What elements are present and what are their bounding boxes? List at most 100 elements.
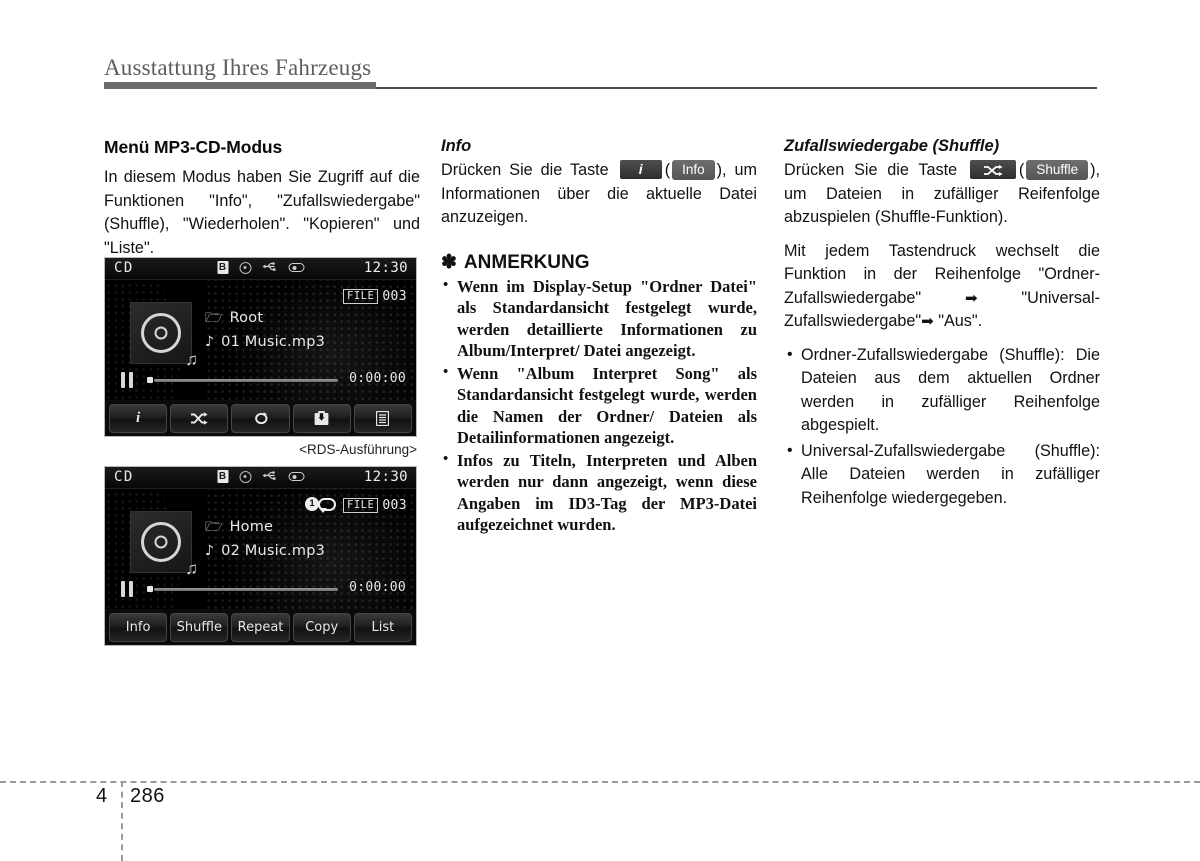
right-bullet-item: Ordner-Zufallswiedergabe (Shuffle): Die … <box>784 343 1100 438</box>
column-right: Zufallswiedergabe (Shuffle) Drücken Sie … <box>784 137 1100 512</box>
chapter-number: 4 <box>96 785 108 807</box>
screen1-progress-bar[interactable] <box>154 379 338 382</box>
screen2-button-bar: Info Shuffle Repeat Copy List <box>105 609 416 645</box>
disc-icon <box>239 261 251 274</box>
repeat-one-icon <box>318 497 336 513</box>
footer-divider <box>0 781 1200 783</box>
device-icon <box>288 263 304 272</box>
screen2-shuffle-button[interactable]: Shuffle <box>170 612 229 642</box>
column-middle: Info Drücken Sie die Taste i(Info), um I… <box>441 137 757 537</box>
middle-paren-close: ), <box>716 161 727 179</box>
screen1-file-tag: FILE <box>343 289 379 304</box>
page-title: Ausstattung Ihres Fahrzeugs <box>104 55 372 80</box>
folder-icon: 🗁 <box>205 310 223 326</box>
screen2-album-art: ♫ <box>130 511 198 577</box>
disc-icon <box>239 470 251 483</box>
folder-icon: 🗁 <box>205 519 223 535</box>
device-icon <box>288 472 304 481</box>
header-rule <box>104 82 1097 90</box>
screen2-status-icons: B <box>217 470 304 483</box>
right-sequence-part3: "Aus". <box>938 312 983 330</box>
shuffle-icon <box>190 411 208 425</box>
screen1-track-meta: 🗁 Root ♪ 01 Music.mp3 <box>205 306 325 354</box>
screen2-progress-knob[interactable] <box>147 586 153 592</box>
screen1-caption: <RDS-Ausführung> <box>299 442 417 457</box>
screen2-body: 1 FILE 003 ♫ 🗁 Home ♪ 02 Music.mp3 0:00:… <box>105 489 416 609</box>
note-bullet-item: Wenn im Display-Setup "Ordner Datei" als… <box>441 275 757 362</box>
screen1-track-name: 01 Music.mp3 <box>221 334 326 350</box>
note-bullet-list: Wenn im Display-Setup "Ordner Datei" als… <box>441 275 757 536</box>
repeat-icon <box>253 411 269 426</box>
music-note-icon: ♫ <box>185 350 198 369</box>
screen2-copy-button[interactable]: Copy <box>292 612 351 642</box>
screen1-button-bar: i <box>105 400 416 436</box>
right-sentence-after-key: um Dateien in zufälliger Reifenfolge abz… <box>784 184 1100 227</box>
manual-page: Ausstattung Ihres Fahrzeugs Menü MP3-CD-… <box>0 0 1200 861</box>
arrow-right-icon: ➡ <box>921 313 934 330</box>
screen1-file-number: 003 <box>382 289 407 304</box>
right-heading: Zufallswiedergabe (Shuffle) <box>784 137 1000 155</box>
screen2-track-name: 02 Music.mp3 <box>221 543 326 559</box>
right-sequence-paragraph: Mit jedem Tastendruck wechselt die Funkt… <box>784 240 1100 334</box>
screen1-clock: 12:30 <box>363 260 408 276</box>
pause-icon[interactable] <box>121 372 134 388</box>
asterisk-icon: ✽ <box>441 252 457 273</box>
right-paren-close: ), <box>1090 161 1100 179</box>
screen2-track-meta: 🗁 Home ♪ 02 Music.mp3 <box>205 515 325 563</box>
header-rule-thin <box>376 87 1097 89</box>
info-icon: i <box>136 409 141 426</box>
screen1-body: FILE 003 ♫ 🗁 Root ♪ 01 Music.mp3 0:00:00 <box>105 280 416 400</box>
shuffle-key-graphic <box>969 160 1016 180</box>
note-icon: ♪ <box>205 334 215 350</box>
column-left: Menü MP3-CD-Modus In diesem Modus haben … <box>104 137 420 270</box>
screen2-transport: 0:00:00 <box>105 579 416 601</box>
screen2-source-label: CD <box>114 469 134 485</box>
info-key-graphic: i <box>619 160 662 180</box>
screen1-list-button[interactable] <box>353 403 413 433</box>
screen1-folder-name: Root <box>229 310 264 326</box>
pause-icon[interactable] <box>121 581 134 597</box>
screen2-elapsed-time: 0:00:00 <box>349 580 406 595</box>
footer-vertical-divider <box>121 781 123 861</box>
screen1-info-button[interactable]: i <box>109 403 168 433</box>
music-note-icon: ♫ <box>185 559 198 578</box>
page-number: 286 <box>130 785 165 807</box>
info-softkey-graphic: Info <box>672 159 715 180</box>
screen1-status-icons: B <box>217 261 304 274</box>
screen1-album-art: ♫ <box>130 302 198 368</box>
screen1-elapsed-time: 0:00:00 <box>349 371 406 386</box>
note-icon: ♪ <box>205 543 215 559</box>
screen1-progress-knob[interactable] <box>147 377 153 383</box>
middle-paren-open: ( <box>664 161 671 179</box>
screen2-progress-bar[interactable] <box>154 588 338 591</box>
screen1-source-label: CD <box>114 260 134 276</box>
head-unit-screen-text-buttons: CD B 12:30 1 FILE 003 ♫ 🗁 Home ♪ 02 Musi… <box>104 466 417 646</box>
shuffle-softkey-graphic: Shuffle <box>1026 159 1089 180</box>
note-heading-label: ANMERKUNG <box>463 251 590 273</box>
header-rule-thick <box>104 82 376 89</box>
screen2-repeat-button[interactable]: Repeat <box>231 612 290 642</box>
screen1-transport: 0:00:00 <box>105 370 416 392</box>
screen1-repeat-button[interactable] <box>231 403 290 433</box>
right-bullet-list: Ordner-Zufallswiedergabe (Shuffle): Die … <box>784 343 1100 511</box>
screen1-track-row: ♪ 01 Music.mp3 <box>205 330 325 354</box>
note-bullet-item: Wenn "Album Interpret Song" als Standard… <box>441 362 757 449</box>
disc-art-icon <box>141 522 181 562</box>
screen2-track-row: ♪ 02 Music.mp3 <box>205 539 325 563</box>
screen2-file-tag: FILE <box>343 498 379 513</box>
screen1-copy-button[interactable] <box>292 403 351 433</box>
head-unit-screen-icon-buttons: CD B 12:30 FILE 003 ♫ 🗁 Root ♪ 01 Music.… <box>104 257 417 437</box>
note-bullet-item: Infos zu Titeln, Interpreten und Alben w… <box>441 449 757 536</box>
screen1-shuffle-button[interactable] <box>170 403 229 433</box>
copy-icon <box>314 410 329 426</box>
right-paren-open: ( <box>1018 161 1025 179</box>
middle-info-paragraph: Drücken Sie die Taste i(Info), um Inform… <box>441 159 757 230</box>
middle-sentence-before-key: Drücken Sie die Taste <box>441 161 609 179</box>
screen1-status-bar: CD B 12:30 <box>105 258 416 280</box>
screen2-list-button[interactable]: List <box>353 612 413 642</box>
right-sentence-before-key: Drücken Sie die Taste <box>784 161 958 179</box>
screen2-info-button[interactable]: Info <box>109 612 168 642</box>
bluetooth-icon: B <box>217 261 228 274</box>
list-icon <box>376 410 390 426</box>
left-heading: Menü MP3-CD-Modus <box>104 137 283 157</box>
